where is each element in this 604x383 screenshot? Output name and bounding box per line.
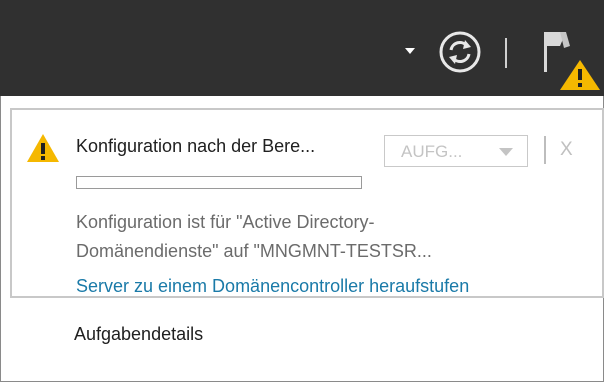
warning-icon xyxy=(27,134,59,162)
chevron-down-icon xyxy=(499,148,513,156)
notification-title: Konfiguration nach der Bere... xyxy=(76,136,316,156)
refresh-icon[interactable] xyxy=(438,30,482,74)
warning-icon xyxy=(560,60,600,90)
notification-card: Konfiguration nach der Bere... AUFG... X… xyxy=(10,108,604,298)
toolbar xyxy=(0,0,604,96)
progress-bar xyxy=(76,176,362,189)
task-dropdown-label: AUFG... xyxy=(401,142,463,161)
card-separator xyxy=(544,136,546,164)
toolbar-separator xyxy=(505,38,507,68)
close-button[interactable]: X xyxy=(560,139,573,161)
notifications-popup: Konfiguration nach der Bere... AUFG... X… xyxy=(0,96,604,382)
task-dropdown-button[interactable]: AUFG... xyxy=(384,135,528,167)
task-details-link[interactable]: Aufgabendetails xyxy=(74,324,203,345)
promote-server-link[interactable]: Server zu einem Domänencontroller herauf… xyxy=(76,276,469,297)
chevron-down-icon[interactable] xyxy=(405,48,415,54)
message-line-1: Konfiguration ist für "Active Directory- xyxy=(76,212,375,232)
flag-icon[interactable] xyxy=(540,26,602,92)
message-line-2: Domänendienste" auf "MNGMNT-TESTSR... xyxy=(76,241,432,261)
notification-message: Konfiguration ist für "Active Directory-… xyxy=(76,208,432,266)
